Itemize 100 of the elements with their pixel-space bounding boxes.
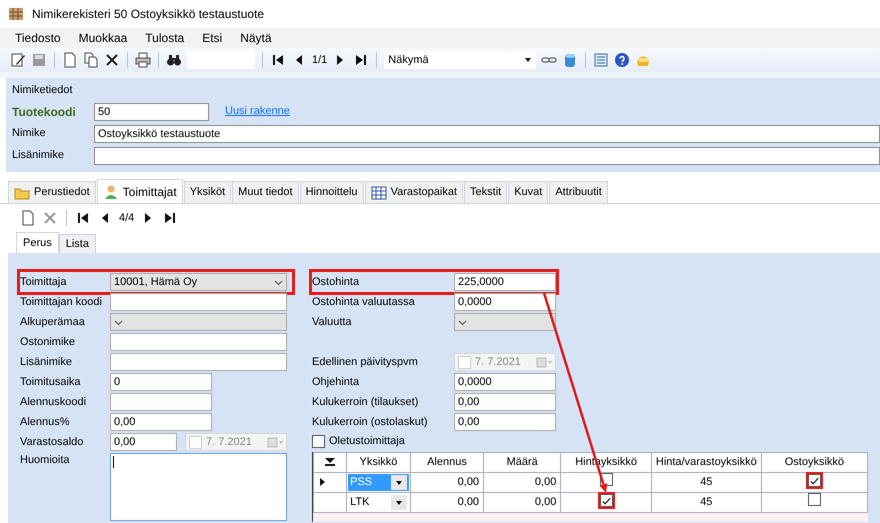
- calendar-icon: [267, 436, 283, 448]
- column-header[interactable]: Yksikkö: [346, 452, 410, 472]
- first-record-icon[interactable]: [270, 52, 286, 68]
- dropdown-button[interactable]: [390, 475, 407, 490]
- tab[interactable]: Hinnoittelu: [300, 181, 364, 203]
- checkbox[interactable]: [808, 474, 821, 487]
- save-icon[interactable]: [31, 52, 47, 68]
- new-document-icon[interactable]: [20, 210, 36, 226]
- caret-icon: [458, 318, 467, 326]
- tab[interactable]: Muut tiedot: [232, 181, 299, 203]
- table-cell: 45: [651, 492, 762, 512]
- list-icon[interactable]: [593, 52, 610, 68]
- field-label: Lisänimike: [12, 148, 65, 164]
- column-header[interactable]: Hinta/varastoyksikkö: [651, 452, 762, 472]
- edit-icon[interactable]: [10, 52, 26, 68]
- field-label: Kulukerroin (tilaukset): [312, 394, 420, 410]
- column-header[interactable]: Alennus: [410, 452, 484, 472]
- text-field[interactable]: [110, 353, 287, 371]
- tab[interactable]: Tekstit: [464, 181, 508, 203]
- field-label: Ostohinta valuutassa: [312, 294, 416, 310]
- text-field[interactable]: 0: [110, 373, 212, 391]
- new-document-icon[interactable]: [62, 52, 78, 68]
- unit-select[interactable]: LTK: [348, 494, 409, 511]
- print-icon[interactable]: [135, 52, 151, 68]
- product-code-field[interactable]: 50: [94, 102, 209, 120]
- field-label: Huomioita: [20, 453, 71, 468]
- first-record-icon[interactable]: [75, 210, 91, 226]
- copy-icon[interactable]: [83, 52, 99, 68]
- field-label: Lisänimike: [20, 354, 73, 370]
- tab[interactable]: Lista: [58, 234, 96, 253]
- view-select[interactable]: Näkymä: [384, 51, 536, 69]
- text-field[interactable]: Ostoyksikkö testaustuote: [94, 124, 880, 142]
- text-field[interactable]: 0,0000: [454, 373, 556, 391]
- field-label: Toimittajan koodi: [20, 294, 103, 310]
- text-field[interactable]: [94, 146, 880, 164]
- select-field[interactable]: [110, 313, 287, 331]
- field-label: Ostohinta: [312, 274, 360, 290]
- delete-icon[interactable]: [104, 52, 120, 68]
- tab[interactable]: Kuvat: [508, 181, 548, 203]
- column-header[interactable]: [314, 452, 347, 472]
- shelf-icon: [8, 6, 24, 22]
- dropdown-button[interactable]: [390, 495, 407, 510]
- column-header[interactable]: Määrä: [484, 452, 561, 472]
- table-icon: [370, 184, 387, 200]
- field-label: Ohjehinta: [312, 374, 360, 390]
- field-label: Valuutta: [312, 314, 353, 330]
- tab[interactable]: Perustiedot: [8, 181, 96, 203]
- checkbox[interactable]: [312, 434, 325, 448]
- select-field[interactable]: [454, 313, 556, 331]
- field-label: Varastosaldo: [20, 434, 84, 450]
- field-label: Ostonimike: [20, 334, 76, 350]
- table-cell: 0,00: [484, 492, 561, 512]
- search-field[interactable]: [187, 51, 255, 69]
- dropdown-icon: [394, 498, 403, 506]
- filter-icon[interactable]: [324, 457, 336, 468]
- calendar-icon: [536, 356, 552, 368]
- tab[interactable]: Varastopaikat: [364, 181, 464, 203]
- text-field[interactable]: 0,00: [454, 393, 556, 411]
- text-field[interactable]: [110, 293, 287, 311]
- dropdown-icon: [394, 478, 403, 486]
- menu-item[interactable]: Muokkaa: [70, 29, 136, 47]
- field-label: Alennus%: [20, 414, 71, 430]
- field-label: Nimike: [12, 126, 47, 142]
- tab[interactable]: Perus: [16, 232, 59, 253]
- select-field[interactable]: 10001, Hämä Oy: [110, 273, 287, 291]
- checkbox[interactable]: [808, 493, 821, 506]
- menu-item[interactable]: Etsi: [193, 29, 232, 47]
- dropdown-icon: [524, 56, 532, 64]
- check-icon: [808, 476, 820, 486]
- checkbox-label: Oletustoimittaja: [329, 434, 405, 449]
- group-title: Nimiketiedot: [12, 83, 74, 98]
- check-icon: [600, 496, 612, 506]
- caret-icon: [114, 318, 123, 326]
- table-cell: 0,00: [484, 472, 561, 492]
- search-icon[interactable]: [166, 52, 182, 68]
- text-field[interactable]: [110, 393, 212, 411]
- help-icon[interactable]: [614, 52, 630, 68]
- text-field[interactable]: 225,0000: [454, 273, 556, 291]
- menu-item[interactable]: Tulosta: [136, 29, 194, 47]
- window-title: Nimikerekisteri 50 Ostoyksikkö testaustuote: [32, 6, 264, 23]
- text-field[interactable]: 0,0000: [454, 293, 556, 311]
- text-field[interactable]: 0,00: [110, 413, 212, 431]
- record-position: 1/1: [312, 52, 328, 68]
- field-label: Alennuskoodi: [20, 394, 88, 410]
- table-cell: 45: [651, 472, 762, 492]
- checkbox[interactable]: [600, 494, 613, 507]
- menu-item[interactable]: Näytä: [231, 29, 281, 47]
- tab[interactable]: Attribuutit: [549, 181, 608, 203]
- table-cell: 0,00: [410, 472, 484, 492]
- field-label: Toimitusaika: [20, 374, 82, 390]
- field-label: Edellinen päivityspvm: [312, 354, 419, 370]
- caret-icon: [274, 278, 283, 286]
- menu-item[interactable]: Tiedosto: [6, 29, 70, 47]
- field-label: Tuotekoodi: [12, 104, 77, 120]
- tab[interactable]: Yksiköt: [184, 181, 232, 203]
- field-label: Kulukerroin (ostolaskut): [312, 414, 429, 430]
- notes-field[interactable]: [110, 453, 287, 521]
- tab[interactable]: Toimittajat: [96, 179, 183, 203]
- text-field[interactable]: 0,00: [454, 413, 556, 431]
- text-field[interactable]: [110, 333, 287, 351]
